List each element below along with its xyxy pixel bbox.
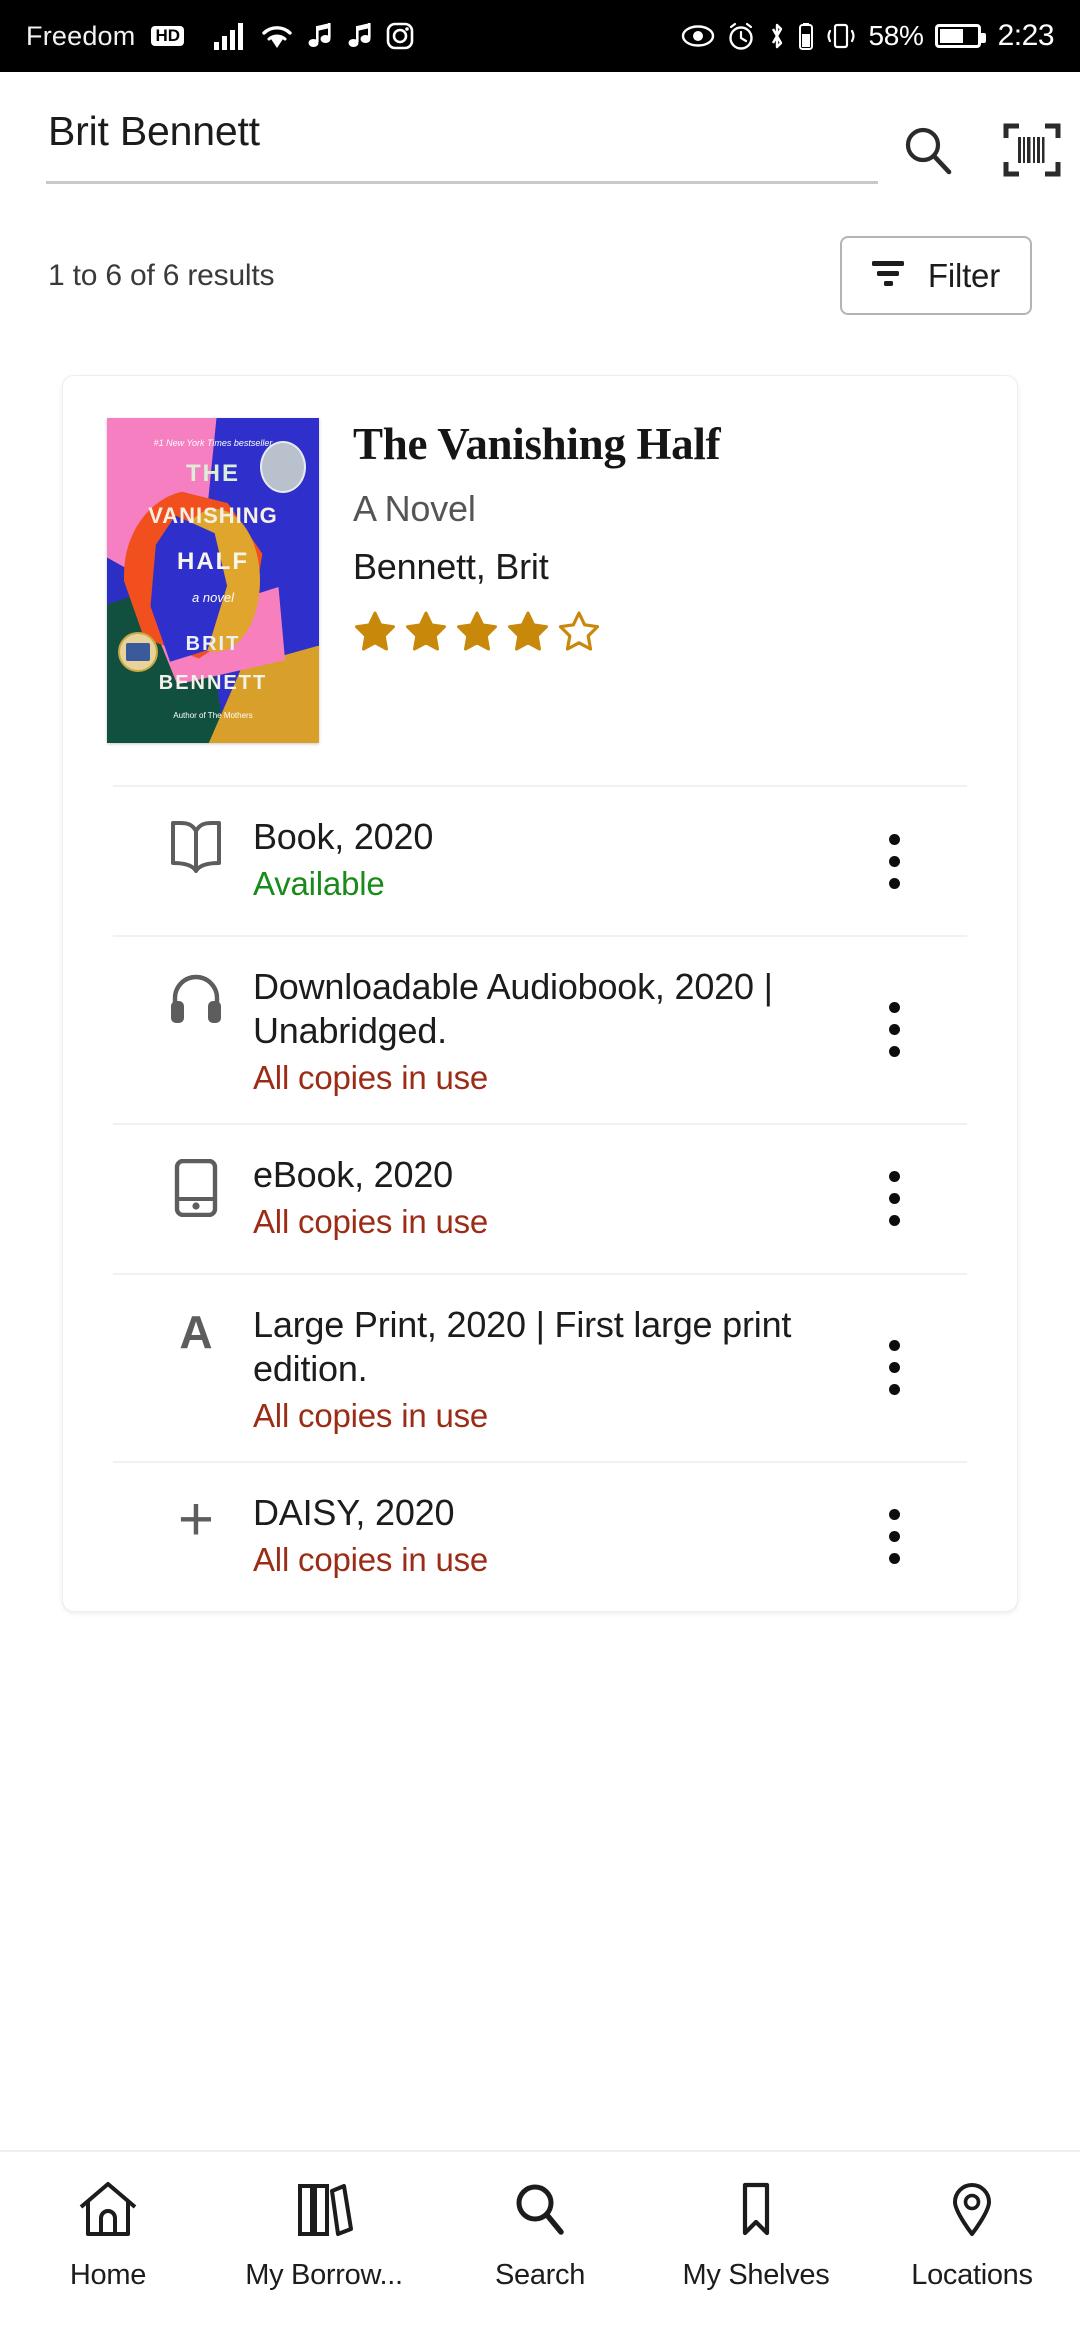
music-note-icon	[346, 22, 374, 50]
status-bar: Freedom HD 58% 2:23	[0, 0, 1080, 72]
search-field-wrapper[interactable]: Brit Bennett	[46, 109, 878, 185]
book-cover-image[interactable]: #1 New York Times bestseller THE VANISHI…	[107, 418, 319, 744]
format-row[interactable]: Book, 2020 Available	[113, 785, 967, 935]
format-body: DAISY, 2020 All copies in use	[231, 1463, 857, 1605]
kebab-menu-icon[interactable]	[857, 1509, 937, 1565]
format-title: DAISY, 2020	[253, 1491, 455, 1533]
format-title: Large Print, 2020 | First large print ed…	[253, 1303, 792, 1389]
results-row: 1 to 6 of 6 results Filter	[0, 184, 1080, 316]
plus-icon: +	[177, 1484, 215, 1554]
books-icon	[293, 2180, 355, 2243]
cover-seal-top-icon	[260, 440, 307, 493]
large-letter-a-icon: A	[179, 1305, 213, 1358]
tablet-icon	[161, 1125, 231, 1217]
headphones-icon	[161, 937, 231, 1025]
availability-status: All copies in use	[253, 1540, 489, 1578]
nav-item-search[interactable]: Search	[432, 2180, 648, 2292]
home-icon	[77, 2180, 139, 2243]
search-result-card[interactable]: #1 New York Times bestseller THE VANISHI…	[62, 375, 1018, 1612]
format-row[interactable]: Downloadable Audiobook, 2020 | Unabridge…	[113, 935, 967, 1123]
nav-item-my-borrow[interactable]: My Borrow...	[216, 2180, 432, 2292]
carrier-label: Freedom	[26, 20, 136, 51]
battery-percentage: 58%	[868, 20, 924, 51]
search-icon	[509, 2180, 571, 2243]
availability-status: All copies in use	[253, 1396, 489, 1434]
bookmark-icon	[725, 2180, 787, 2243]
nav-item-label: Locations	[911, 2259, 1033, 2291]
star-filled-icon[interactable]	[506, 610, 550, 654]
open-book-icon	[161, 787, 231, 874]
availability-status: All copies in use	[253, 1202, 489, 1240]
clock: 2:23	[997, 19, 1055, 52]
nav-item-locations[interactable]: Locations	[864, 2180, 1080, 2292]
bluetooth-icon	[767, 21, 787, 51]
nav-item-label: My Shelves	[682, 2259, 830, 2291]
kebab-menu-icon[interactable]	[857, 1002, 937, 1058]
star-filled-icon[interactable]	[404, 610, 448, 654]
signal-bars-icon	[214, 22, 248, 50]
format-body: Downloadable Audiobook, 2020 | Unabridge…	[231, 937, 857, 1123]
filter-icon	[868, 256, 908, 295]
kebab-menu-icon[interactable]	[857, 1171, 937, 1227]
format-row[interactable]: eBook, 2020 All copies in use	[113, 1122, 967, 1273]
star-filled-icon[interactable]	[455, 610, 499, 654]
cover-title-line3: HALF	[177, 548, 249, 576]
search-header: Brit Bennett	[0, 72, 1080, 185]
format-body: Large Print, 2020 | First large print ed…	[231, 1275, 857, 1461]
hd-badge: HD	[151, 26, 185, 46]
format-row[interactable]: A Large Print, 2020 | First large print e…	[113, 1272, 967, 1461]
filter-label: Filter	[927, 256, 1000, 294]
nav-item-my-shelves[interactable]: My Shelves	[648, 2180, 864, 2292]
cover-author-last: BENNETT	[158, 671, 268, 694]
search-icon[interactable]	[898, 120, 958, 180]
nav-item-label: My Borrow...	[245, 2259, 403, 2291]
kebab-menu-icon[interactable]	[857, 1340, 937, 1396]
star-empty-icon[interactable]	[557, 610, 601, 654]
cover-novel-script: a novel	[192, 590, 234, 606]
book-meta: The Vanishing Half A Novel Bennett, Brit	[319, 418, 1017, 743]
book-title[interactable]: The Vanishing Half	[353, 420, 997, 470]
cover-award-seal-icon	[117, 631, 158, 672]
filter-button[interactable]: Filter	[839, 236, 1032, 316]
nav-item-home[interactable]: Home	[0, 2180, 216, 2292]
barcode-scan-icon[interactable]	[1002, 120, 1062, 180]
battery-icon	[934, 24, 986, 48]
eye-icon	[681, 23, 715, 49]
format-title: Downloadable Audiobook, 2020 | Unabridge…	[253, 966, 773, 1051]
availability-status: All copies in use	[253, 1058, 489, 1096]
search-underline	[46, 181, 878, 185]
wifi-icon	[260, 22, 294, 50]
music-note-icon	[306, 22, 334, 50]
star-rating[interactable]	[353, 610, 997, 654]
header-actions	[898, 110, 1062, 180]
battery-small-icon	[798, 22, 814, 50]
status-bar-left: Freedom HD	[26, 21, 414, 52]
star-filled-icon[interactable]	[353, 610, 397, 654]
kebab-menu-icon[interactable]	[857, 833, 937, 889]
cover-author-of: Author of The Mothers	[173, 710, 253, 720]
format-row[interactable]: + DAISY, 2020 All copies in use	[113, 1460, 967, 1611]
book-summary[interactable]: #1 New York Times bestseller THE VANISHI…	[63, 376, 1017, 744]
alarm-clock-icon	[726, 21, 756, 51]
nav-item-label: Search	[494, 2259, 586, 2291]
instagram-icon	[386, 22, 414, 50]
vibrate-icon	[825, 22, 857, 50]
search-input[interactable]: Brit Bennett	[48, 109, 878, 181]
format-body: Book, 2020 Available	[231, 787, 857, 929]
format-body: eBook, 2020 All copies in use	[231, 1125, 857, 1267]
nav-item-label: Home	[69, 2259, 147, 2291]
map-pin-icon	[941, 2180, 1003, 2243]
format-title: eBook, 2020	[253, 1153, 453, 1195]
cover-title-line2: VANISHING	[148, 502, 278, 528]
availability-status: Available	[253, 864, 385, 902]
status-bar-right: 58% 2:23	[681, 19, 1055, 53]
format-list: Book, 2020 Available Downloadable Audioboo…	[63, 785, 1017, 1611]
book-author[interactable]: Bennett, Brit	[353, 546, 997, 588]
format-title: Book, 2020	[253, 816, 434, 858]
book-subtitle: A Novel	[353, 487, 476, 529]
bottom-navigation-bar: Home My Borrow... Search My Shelves Location…	[0, 2150, 1080, 2340]
results-count: 1 to 6 of 6 results	[48, 258, 275, 292]
